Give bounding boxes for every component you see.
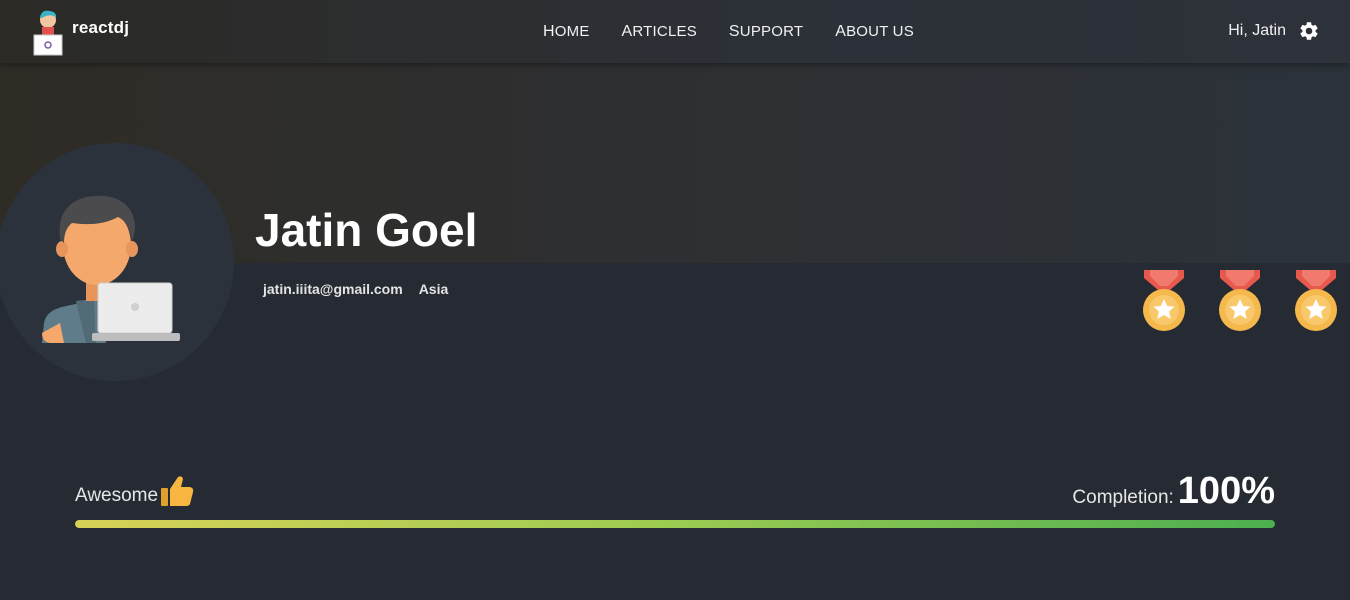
- nav-link-support[interactable]: Support: [729, 23, 803, 41]
- progress-bar: [75, 520, 1275, 528]
- brand-logo-icon: [33, 10, 63, 56]
- completion-value: 100%: [1177, 470, 1275, 512]
- brand[interactable]: reactdj: [32, 8, 129, 56]
- navbar: reactdj Home Articles Support About Us H…: [0, 0, 1350, 63]
- thumbs-up-icon: [161, 476, 194, 506]
- profile-name: Jatin Goel: [255, 204, 478, 256]
- user-greeting[interactable]: Hi, Jatin: [1228, 22, 1286, 40]
- gear-icon[interactable]: [1298, 20, 1320, 42]
- nav-link-articles[interactable]: Articles: [622, 23, 697, 41]
- medal-icon: [1143, 270, 1185, 331]
- profile-email: jatin.iiita@gmail.com: [263, 281, 403, 297]
- progress-label: Awesome: [75, 485, 159, 506]
- progress-label-group: Awesome: [75, 475, 194, 507]
- completion-label: Completion:: [1072, 487, 1174, 508]
- nav-link-home[interactable]: Home: [543, 23, 590, 41]
- medal-list: [1140, 270, 1350, 334]
- completion-group: Completion: 100%: [1072, 470, 1275, 513]
- user-area: Hi, Jatin: [1228, 20, 1320, 42]
- medal-icon: [1295, 270, 1337, 331]
- nav-links: Home Articles Support About Us: [543, 23, 946, 41]
- medal-icon: [1219, 270, 1261, 331]
- profile-info: jatin.iiita@gmail.com Asia: [263, 281, 464, 297]
- avatar: [0, 143, 234, 381]
- profile-region: Asia: [418, 281, 449, 297]
- progress-bar-fill: [75, 520, 1275, 528]
- brand-name: reactdj: [72, 18, 130, 37]
- nav-link-about-us[interactable]: About Us: [835, 23, 914, 41]
- user-avatar-icon: [42, 195, 180, 343]
